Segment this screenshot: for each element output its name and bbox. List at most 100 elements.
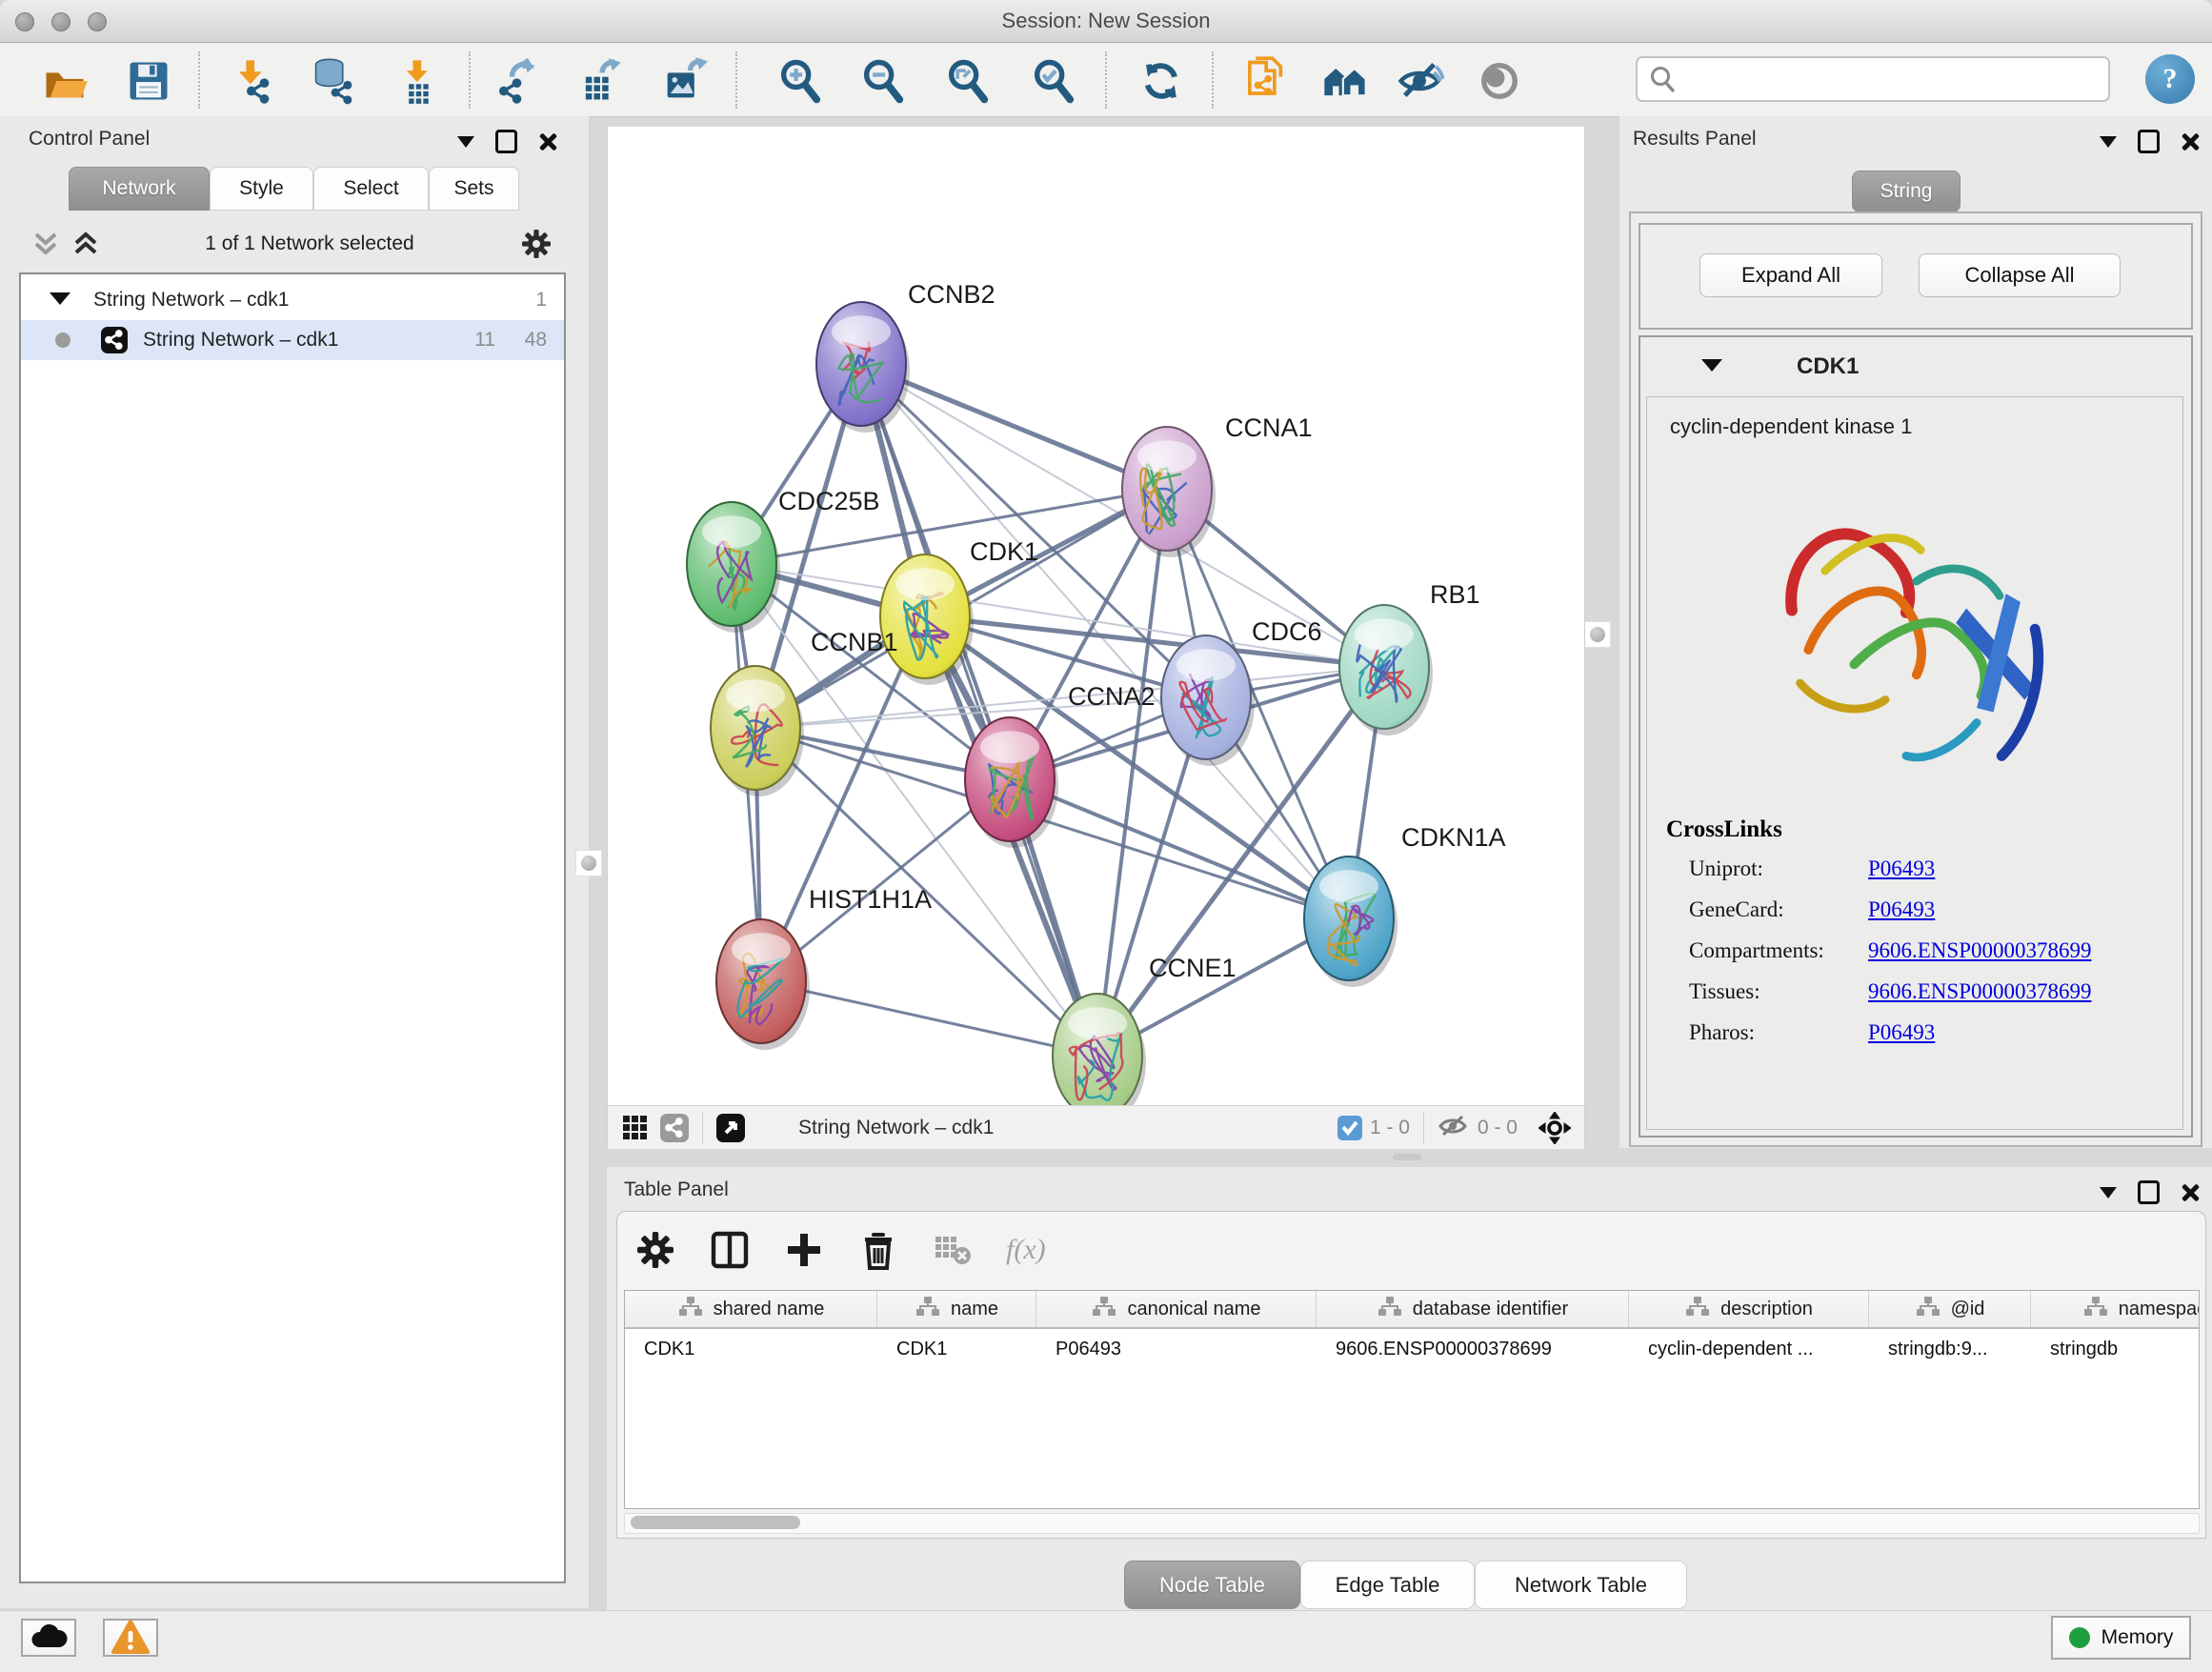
table-cell[interactable]: stringdb:9... [1869,1339,2031,1360]
refresh-button[interactable] [1136,54,1189,108]
network-collection-row[interactable]: String Network – cdk1 1 [21,280,564,320]
import-network-database-button[interactable] [307,54,360,108]
gene-section-header[interactable]: CDK1 [1640,337,2191,396]
left-splitter-handle[interactable] [575,850,602,876]
tab-edge-table[interactable]: Edge Table [1300,1561,1475,1609]
show-details-button[interactable] [1473,54,1526,108]
function-builder-button[interactable]: f(x) [1006,1234,1046,1266]
panel-menu-icon[interactable] [2100,1187,2117,1199]
node-RB1[interactable]: RB1 [1339,580,1480,735]
tab-network-table[interactable]: Network Table [1475,1561,1687,1609]
panel-menu-icon[interactable] [2100,136,2117,148]
node-CDK1[interactable]: CDK1 [880,537,1038,685]
automation-status-button[interactable] [21,1619,76,1657]
delete-column-button[interactable] [857,1229,899,1271]
zoom-selected-button[interactable] [1027,54,1080,108]
tab-node-table[interactable]: Node Table [1124,1561,1300,1609]
panel-close-icon[interactable] [2181,1183,2199,1201]
tab-select[interactable]: Select [313,167,429,211]
crosslink-link[interactable]: 9606.ENSP00000378699 [1868,979,2092,1004]
table-cell[interactable]: stringdb [2031,1339,2200,1360]
selected-checkbox[interactable] [1337,1116,1362,1140]
zoom-in-button[interactable] [774,54,827,108]
show-columns-button[interactable] [709,1229,751,1271]
column-header-description[interactable]: description [1629,1291,1869,1327]
table-cell[interactable]: cyclin-dependent ... [1629,1339,1869,1360]
add-column-button[interactable] [783,1229,825,1271]
zoom-fit-button[interactable] [941,54,995,108]
collapse-all-networks-icon[interactable] [32,231,59,257]
network-row-selected[interactable]: String Network – cdk1 11 48 [21,320,564,360]
crosslink-link[interactable]: P06493 [1868,856,1935,881]
expand-all-networks-icon[interactable] [72,231,99,257]
panel-float-icon[interactable] [2138,130,2160,153]
save-session-button[interactable] [122,54,175,108]
export-image-button[interactable] [657,54,711,108]
table-cell[interactable]: CDK1 [625,1339,877,1360]
network-graph[interactable]: CCNB2 CCNA1 CDC25B CDK1 CDC6 RB1 CCNB1 [608,127,1584,1105]
collection-expander-icon[interactable] [48,288,72,312]
right-splitter-handle[interactable] [1584,621,1611,648]
gene-expander-icon[interactable] [1699,354,1724,379]
crosslink-link[interactable]: P06493 [1868,1020,1935,1045]
panel-close-icon[interactable] [2181,132,2199,151]
panel-menu-icon[interactable] [457,136,474,148]
window-minimize-button[interactable] [51,12,70,31]
tab-string[interactable]: String [1852,171,1961,212]
tab-style[interactable]: Style [210,167,313,211]
edge-HIST1H1A-CCNE1[interactable] [761,981,1097,1056]
search-input[interactable] [1681,61,2095,95]
delete-table-button[interactable] [932,1229,974,1271]
clone-network-button[interactable] [1237,54,1291,108]
panel-float-icon[interactable] [2138,1180,2160,1204]
grid-view-icon[interactable] [621,1114,649,1141]
column-header-namespace[interactable]: namespace [2031,1291,2200,1327]
column-header-shared-name[interactable]: shared name [625,1291,877,1327]
crosslink-link[interactable]: P06493 [1868,897,1935,922]
table-horizontal-scrollbar[interactable] [624,1513,2200,1534]
network-badge-gray[interactable] [660,1114,689,1142]
node-HIST1H1A[interactable]: HIST1H1A [716,885,932,1050]
crosslink-link[interactable]: 9606.ENSP00000378699 [1868,938,2092,963]
export-table-button[interactable] [573,54,627,108]
tab-network[interactable]: Network [69,167,210,211]
table-cell[interactable]: P06493 [1036,1339,1317,1360]
expand-all-button[interactable]: Expand All [1699,253,1882,297]
horizontal-splitter-handle[interactable] [1393,1154,1421,1160]
column-header--id[interactable]: @id [1869,1291,2031,1327]
export-network-button[interactable] [492,54,545,108]
network-options-gear-icon[interactable] [520,228,553,260]
panel-float-icon[interactable] [495,130,517,153]
panel-close-icon[interactable] [538,132,556,151]
collapse-all-button[interactable]: Collapse All [1919,253,2121,297]
column-header-canonical-name[interactable]: canonical name [1036,1291,1317,1327]
table-settings-button[interactable] [634,1229,676,1271]
help-button[interactable]: ? [2145,54,2195,104]
crosshair-icon[interactable] [1538,1112,1571,1144]
node-CDC25B[interactable]: CDC25B [687,487,880,633]
node-CDKN1A[interactable]: CDKN1A [1304,823,1506,987]
table-cell[interactable]: CDK1 [877,1339,1036,1360]
column-header-name[interactable]: name [877,1291,1036,1327]
zoom-selected-icon [1029,56,1078,106]
memory-button[interactable]: Memory [2051,1616,2191,1660]
show-all-windows-button[interactable] [1318,54,1372,108]
window-close-button[interactable] [15,12,34,31]
window-zoom-button[interactable] [88,12,107,31]
tab-sets[interactable]: Sets [429,167,519,211]
warnings-button[interactable] [103,1619,158,1657]
birdseye-toggle[interactable] [716,1114,745,1142]
zoom-out-button[interactable] [856,54,910,108]
import-table-button[interactable] [392,54,446,108]
table-row[interactable]: CDK1CDK1P064939606.ENSP00000378699cyclin… [625,1329,2199,1369]
node-table[interactable]: shared namenamecanonical namedatabase id… [624,1290,2200,1509]
import-network-file-button[interactable] [227,54,280,108]
network-canvas[interactable]: CCNB2 CCNA1 CDC25B CDK1 CDC6 RB1 CCNB1 [607,127,1585,1149]
hide-details-button[interactable] [1393,54,1446,108]
node-CCNA1[interactable]: CCNA1 [1122,413,1313,557]
open-session-button[interactable] [38,54,91,108]
table-cell[interactable]: 9606.ENSP00000378699 [1317,1339,1629,1360]
column-header-database-identifier[interactable]: database identifier [1317,1291,1629,1327]
edge-CCNB2-CCNE1[interactable] [861,364,1097,1056]
scrollbar-thumb[interactable] [631,1516,800,1529]
